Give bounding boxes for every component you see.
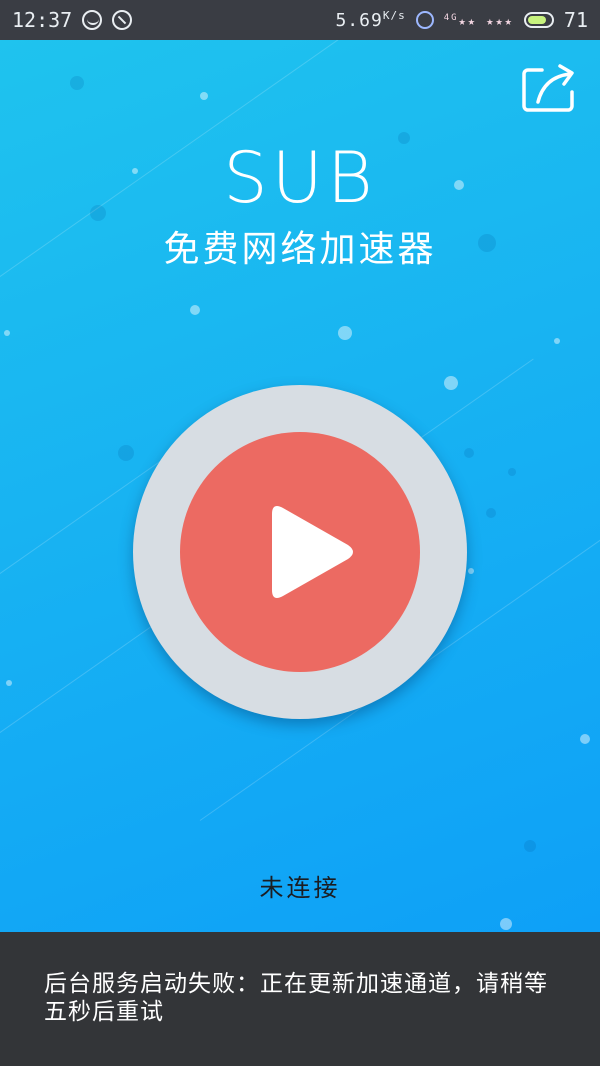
background-dot: [486, 508, 496, 518]
toast-message: 后台服务启动失败：正在更新加速通道，请稍等五秒后重试: [0, 932, 600, 1066]
connect-button[interactable]: [180, 432, 420, 672]
background-dot: [444, 376, 458, 390]
background-dot: [4, 330, 10, 336]
background-dot: [464, 448, 474, 458]
brand-title: SUB: [223, 137, 377, 219]
play-icon: [272, 506, 353, 598]
background-dot: [468, 568, 474, 574]
network-speed-unit: K/s: [382, 9, 406, 22]
background-dot: [70, 76, 84, 90]
clock: 12:37: [12, 8, 73, 32]
connect-button-ring: [133, 385, 467, 719]
background-dot: [338, 326, 352, 340]
status-bar: 12:37 5.69K/s 4G★★ ★★★ 71: [0, 0, 600, 40]
app-notification-icon: [82, 10, 103, 30]
main-panel: SUB 免费网络加速器 未连接: [0, 40, 600, 932]
battery-level: 71: [563, 8, 588, 32]
network-speed: 5.69K/s: [335, 9, 405, 31]
background-dot: [524, 840, 536, 852]
share-button[interactable]: [520, 62, 576, 114]
background-dot: [580, 734, 590, 744]
background-dot: [6, 680, 12, 686]
share-icon: [522, 64, 574, 112]
headset-icon: [415, 11, 434, 29]
toast-text: 后台服务启动失败：正在更新加速通道，请稍等五秒后重试: [44, 971, 548, 1025]
background-dot: [190, 305, 200, 315]
connection-status: 未连接: [259, 874, 341, 902]
status-bar-left: 12:37: [12, 8, 133, 32]
brand-subtitle: 免费网络加速器: [163, 229, 437, 270]
background-dot: [500, 918, 512, 930]
signal-label: 4G: [443, 12, 459, 23]
background-dot: [554, 338, 560, 344]
do-not-disturb-icon: [112, 10, 133, 30]
background-dot: [118, 445, 134, 461]
background-dot: [200, 92, 208, 100]
stars-decoration-icon: 4G★★ ★★★: [443, 12, 514, 28]
network-speed-value: 5.69: [335, 10, 383, 31]
background-dot: [508, 468, 516, 476]
status-bar-right: 5.69K/s 4G★★ ★★★ 71: [335, 8, 588, 32]
battery-icon: [523, 12, 554, 28]
